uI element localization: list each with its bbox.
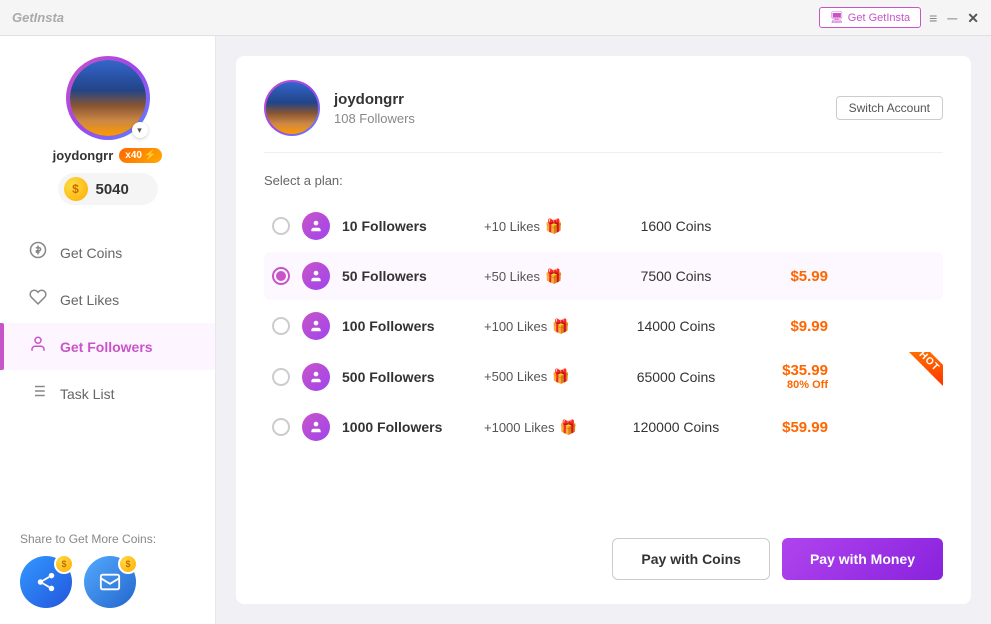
minimize-button[interactable]: ─ <box>947 11 957 25</box>
coins-bar: $ 5040 <box>58 173 158 205</box>
sidebar-item-task-list[interactable]: Task List <box>0 370 215 417</box>
switch-account-button[interactable]: Switch Account <box>836 96 943 120</box>
plan-name-50: 50 Followers <box>342 268 472 284</box>
plan-price-100: $9.99 <box>758 318 828 335</box>
coin-icon: $ <box>64 177 88 201</box>
plan-likes-100: +100 Likes 🎁 <box>484 318 594 335</box>
get-coins-label: Get Coins <box>60 245 122 261</box>
gift-icon-50: 🎁 <box>545 268 562 285</box>
plan-user-icon-500 <box>302 363 330 391</box>
plan-coins-100: 14000 Coins <box>606 318 746 334</box>
get-getinsta-button[interactable]: 🖥 Get GetInsta <box>819 7 921 28</box>
plan-likes-1000: +1000 Likes 🎁 <box>484 419 594 436</box>
plan-likes-50: +50 Likes 🎁 <box>484 268 594 285</box>
share-email-badge: $ <box>118 554 138 574</box>
profile-info: joydongrr 108 Followers <box>334 91 822 126</box>
plan-coins-50: 7500 Coins <box>606 268 746 284</box>
profile-username: joydongrr <box>334 91 822 108</box>
share-social-badge: $ <box>54 554 74 574</box>
plan-user-icon-1000 <box>302 413 330 441</box>
main-content: joydongrr 108 Followers Switch Account S… <box>216 36 991 624</box>
avatar-dropdown-icon[interactable]: ▾ <box>132 122 148 138</box>
plan-name-100: 100 Followers <box>342 318 472 334</box>
close-button[interactable]: ✕ <box>967 11 979 25</box>
pay-with-money-button[interactable]: Pay with Money <box>782 538 943 580</box>
get-likes-label: Get Likes <box>60 292 119 308</box>
profile-avatar-inner <box>266 82 318 134</box>
plan-coins-500: 65000 Coins <box>606 369 746 385</box>
plan-user-icon-10 <box>302 212 330 240</box>
plan-price-500: $35.99 <box>758 362 828 379</box>
share-email-button[interactable]: $ <box>84 556 136 608</box>
heart-nav-icon <box>28 288 48 311</box>
plan-row-500-wrapper: 500 Followers +500 Likes 🎁 65000 Coins $… <box>264 352 943 401</box>
get-followers-label: Get Followers <box>60 339 153 355</box>
plan-row-1000[interactable]: 1000 Followers +1000 Likes 🎁 120000 Coin… <box>264 403 943 451</box>
plan-row-50[interactable]: 50 Followers +50 Likes 🎁 7500 Coins $5.9… <box>264 252 943 300</box>
coins-nav-icon <box>28 241 48 264</box>
plan-radio-10[interactable] <box>272 217 290 235</box>
plan-coins-10: 1600 Coins <box>606 218 746 234</box>
nav-list: Get Coins Get Likes Get Foll <box>0 229 215 417</box>
monitor-icon: 🖥 <box>830 11 844 24</box>
plan-row-500[interactable]: 500 Followers +500 Likes 🎁 65000 Coins $… <box>264 352 943 401</box>
multiplier-value: x40 <box>125 150 142 161</box>
window-controls: ≡ ─ ✕ <box>929 11 979 25</box>
card-footer: Pay with Coins Pay with Money <box>264 526 943 580</box>
plan-radio-50[interactable] <box>272 267 290 285</box>
gift-icon-10: 🎁 <box>545 218 562 235</box>
plan-likes-10: +10 Likes 🎁 <box>484 218 594 235</box>
plan-radio-100[interactable] <box>272 317 290 335</box>
lightning-icon: ⚡ <box>144 150 156 161</box>
share-social-button[interactable]: $ <box>20 556 72 608</box>
title-bar-controls: 🖥 Get GetInsta ≡ ─ ✕ <box>819 7 979 28</box>
plan-radio-1000[interactable] <box>272 418 290 436</box>
sidebar-item-get-followers[interactable]: Get Followers <box>0 323 215 370</box>
gift-icon-1000: 🎁 <box>559 419 576 436</box>
avatar-container: ▾ <box>66 56 150 140</box>
profile-followers: 108 Followers <box>334 111 822 126</box>
gift-icon-100: 🎁 <box>552 318 569 335</box>
plan-likes-500: +500 Likes 🎁 <box>484 368 594 385</box>
title-bar: GetInsta 🖥 Get GetInsta ≡ ─ ✕ <box>0 0 991 36</box>
share-label: Share to Get More Coins: <box>20 532 195 546</box>
plans-list: 10 Followers +10 Likes 🎁 1600 Coins 50 F… <box>264 202 943 510</box>
list-nav-icon <box>28 382 48 405</box>
plan-user-icon-100 <box>302 312 330 340</box>
profile-avatar <box>264 80 320 136</box>
plan-row-100[interactable]: 100 Followers +100 Likes 🎁 14000 Coins $… <box>264 302 943 350</box>
plan-off-500: 80% Off <box>758 379 828 391</box>
sidebar-username: joydongrr <box>53 148 114 163</box>
user-nav-icon <box>28 335 48 358</box>
pay-with-coins-button[interactable]: Pay with Coins <box>612 538 770 580</box>
plan-name-1000: 1000 Followers <box>342 419 472 435</box>
share-section: Share to Get More Coins: $ $ <box>0 516 215 624</box>
plan-row-10[interactable]: 10 Followers +10 Likes 🎁 1600 Coins <box>264 202 943 250</box>
share-icons-row: $ $ <box>20 556 195 608</box>
sidebar-item-get-coins[interactable]: Get Coins <box>0 229 215 276</box>
profile-header: joydongrr 108 Followers Switch Account <box>264 80 943 153</box>
plan-label: Select a plan: <box>264 173 943 188</box>
app-name: GetInsta <box>12 10 64 25</box>
plan-price-50: $5.99 <box>758 268 828 285</box>
task-list-label: Task List <box>60 386 114 402</box>
multiplier-badge: x40 ⚡ <box>119 148 162 163</box>
plan-radio-500[interactable] <box>272 368 290 386</box>
app-container: ▾ joydongrr x40 ⚡ $ 5040 Get Coins <box>0 36 991 624</box>
plan-user-icon-50 <box>302 262 330 290</box>
plan-price-1000: $59.99 <box>758 419 828 436</box>
sidebar: ▾ joydongrr x40 ⚡ $ 5040 Get Coins <box>0 36 216 624</box>
plan-name-10: 10 Followers <box>342 218 472 234</box>
gift-icon-500: 🎁 <box>552 368 569 385</box>
username-row: joydongrr x40 ⚡ <box>53 148 163 163</box>
coins-value: 5040 <box>96 181 129 198</box>
plan-coins-1000: 120000 Coins <box>606 419 746 435</box>
main-card: joydongrr 108 Followers Switch Account S… <box>236 56 971 604</box>
plan-name-500: 500 Followers <box>342 369 472 385</box>
menu-button[interactable]: ≡ <box>929 11 937 25</box>
active-bar <box>0 323 4 370</box>
plan-price-area-500: $35.99 80% Off <box>758 362 828 391</box>
sidebar-item-get-likes[interactable]: Get Likes <box>0 276 215 323</box>
